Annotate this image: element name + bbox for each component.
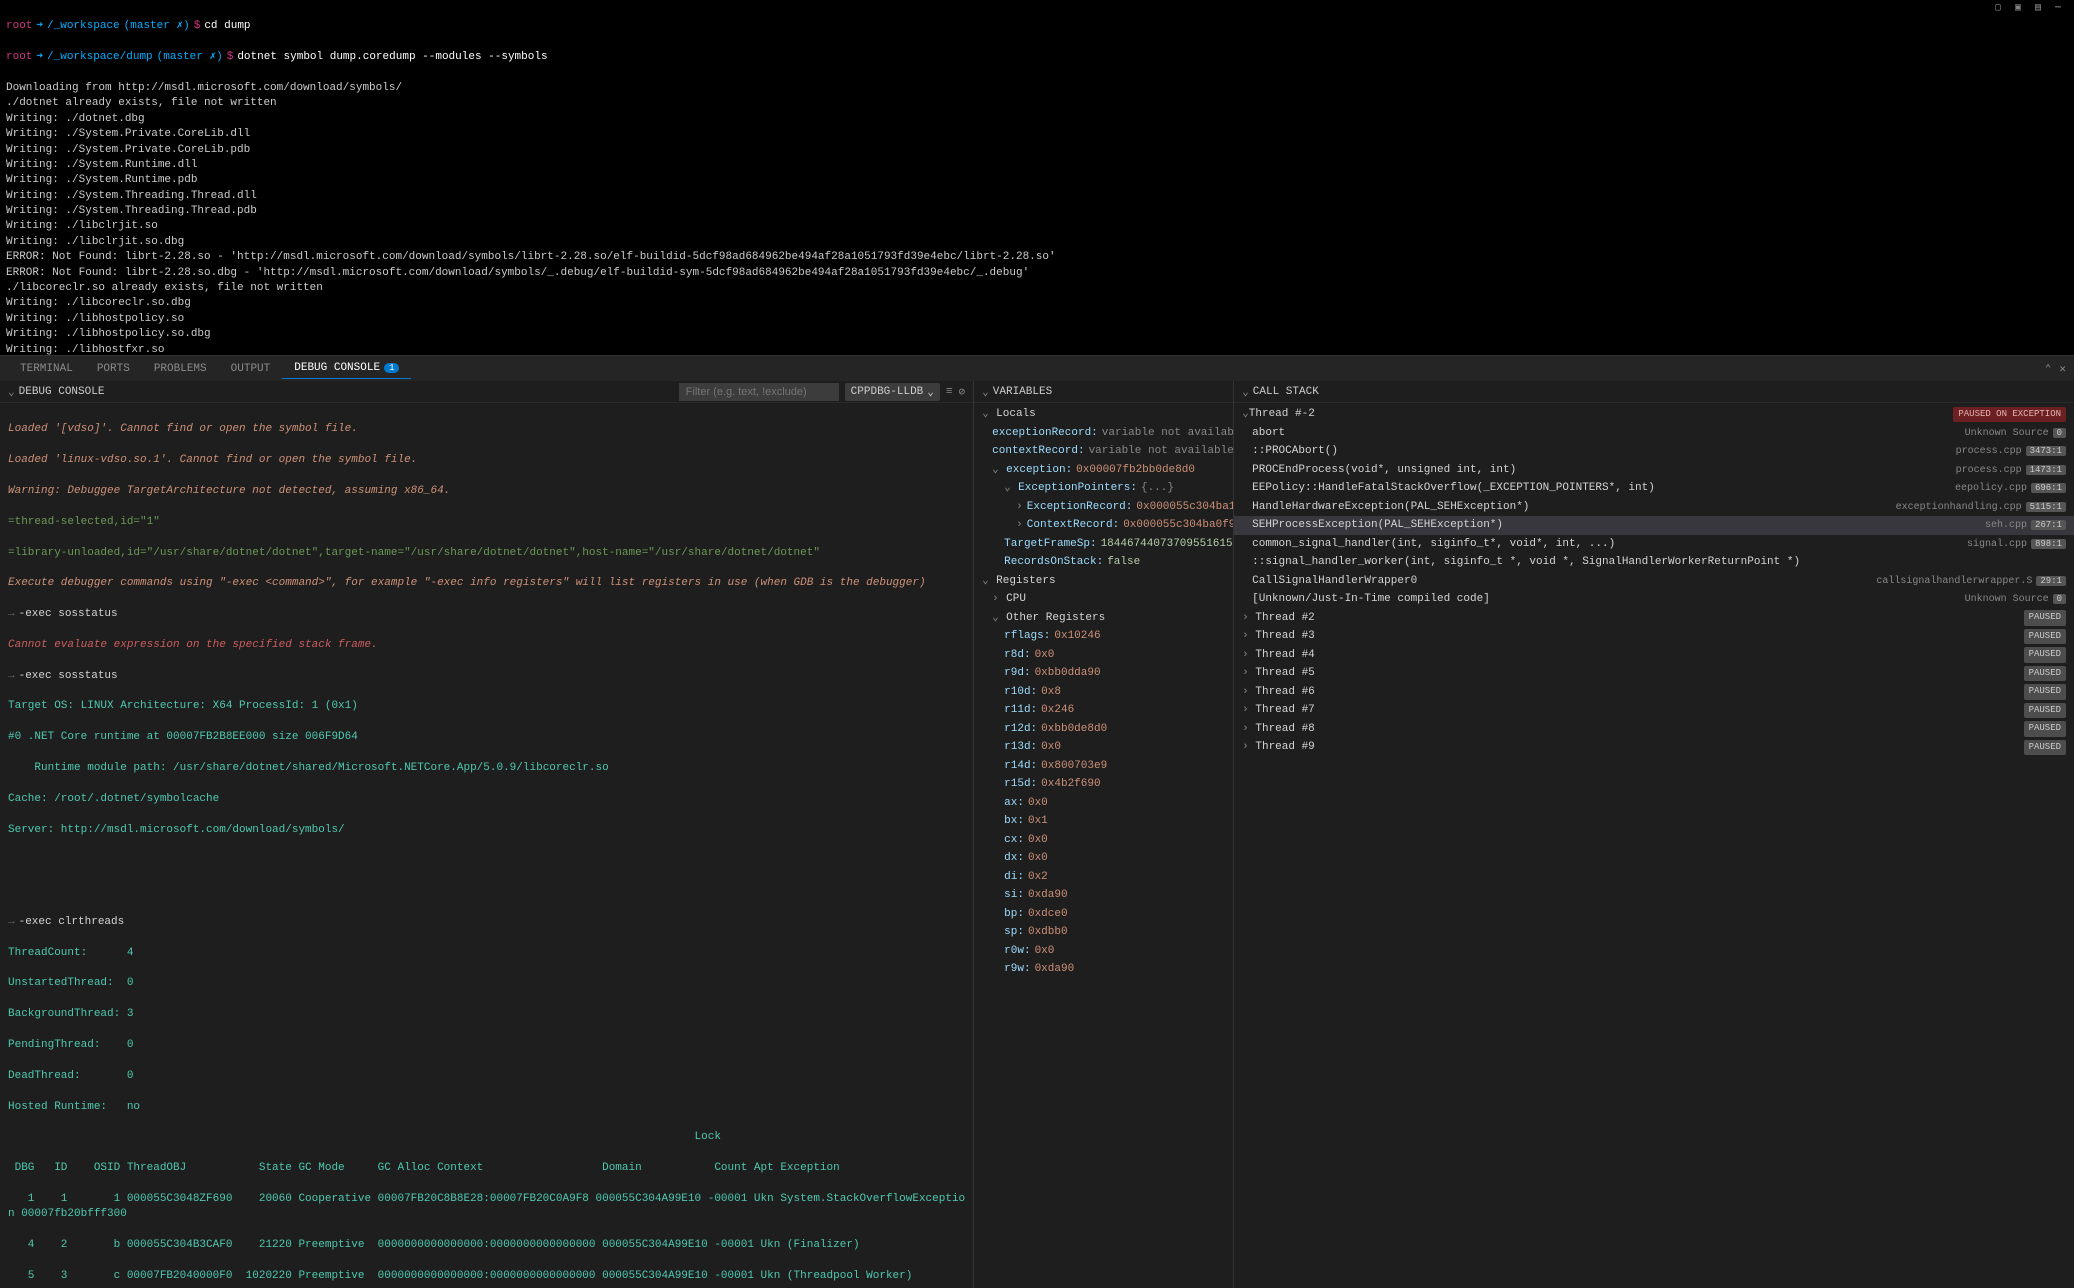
stack-frame[interactable]: common_signal_handler(int, siginfo_t*, v… [1234, 535, 2074, 554]
register-row[interactable]: r9w: 0xda90 [974, 960, 1233, 979]
panel-title: DEBUG CONSOLE [19, 386, 105, 398]
stack-frame[interactable]: PROCEndProcess(void*, unsigned int, int)… [1234, 461, 2074, 480]
thread-row[interactable]: › Thread #3PAUSED [1234, 627, 2074, 646]
panel-title: VARIABLES [993, 386, 1052, 398]
debug-console-panel: ⌄ DEBUG CONSOLE cppdbg-lldb⌄ ≡ ⊘ Loaded '… [0, 381, 973, 1288]
stack-frame[interactable]: ::signal_handler_worker(int, siginfo_t *… [1234, 553, 2074, 572]
terminal-line: Writing: ./System.Runtime.pdb [6, 173, 2068, 188]
tab-terminal[interactable]: TERMINAL [8, 359, 85, 379]
thread-row[interactable]: › Thread #7PAUSED [1234, 701, 2074, 720]
callstack-panel: ⌄ CALL STACK ⌄Thread #-2 PAUSED ON EXCEPT… [1233, 381, 2074, 1288]
register-row[interactable]: di: 0x2 [974, 868, 1233, 887]
terminal-line: Writing: ./libhostpolicy.so [6, 312, 2068, 327]
register-row[interactable]: sp: 0xdbb0 [974, 923, 1233, 942]
register-row[interactable]: r9d: 0xbb0dda90 [974, 664, 1233, 683]
register-row[interactable]: r8d: 0x0 [974, 646, 1233, 665]
terminal-line: Writing: ./libcoreclr.so.dbg [6, 296, 2068, 311]
register-row[interactable]: r11d: 0x246 [974, 701, 1233, 720]
variable-row[interactable]: ⌄ExceptionPointers: {...} [974, 479, 1233, 498]
register-row[interactable]: r12d: 0xbb0de8d0 [974, 720, 1233, 739]
scope-other-registers[interactable]: ⌄Other Registers [974, 609, 1233, 628]
register-row[interactable]: bp: 0xdce0 [974, 905, 1233, 924]
tab-ports[interactable]: PORTS [85, 359, 142, 379]
register-row[interactable]: r13d: 0x0 [974, 738, 1233, 757]
terminal-line: Writing: ./libclrjit.so.dbg [6, 235, 2068, 250]
thread-row[interactable]: › Thread #8PAUSED [1234, 720, 2074, 739]
panel-title: CALL STACK [1253, 386, 1319, 398]
chevron-down-icon[interactable]: ⌄ [982, 385, 989, 399]
thread-row[interactable]: › Thread #4PAUSED [1234, 646, 2074, 665]
terminal-line: Writing: ./dotnet.dbg [6, 112, 2068, 127]
terminal-line: Downloading from http://msdl.microsoft.c… [6, 81, 2068, 96]
terminal-output[interactable]: root➜/_workspace(master ✗)$cd dump root➜… [0, 0, 2074, 355]
thread-row[interactable]: › Thread #6PAUSED [1234, 683, 2074, 702]
filter-icon[interactable]: ≡ [946, 386, 953, 398]
scope-locals[interactable]: ⌄Locals [974, 405, 1233, 424]
filter-input[interactable] [679, 383, 839, 401]
terminal-line: Writing: ./System.Threading.Thread.pdb [6, 204, 2068, 219]
close-icon[interactable]: ✕ [2059, 362, 2066, 376]
variables-panel: ⌄ VARIABLES ⌄Locals exceptionRecord: vari… [973, 381, 1233, 1288]
thread-row[interactable]: › Thread #2PAUSED [1234, 609, 2074, 628]
variable-row[interactable]: RecordsOnStack: false [974, 553, 1233, 572]
chevron-down-icon: ⌄ [927, 385, 934, 399]
tab-output[interactable]: OUTPUT [219, 359, 283, 379]
thread-header[interactable]: ⌄Thread #-2 PAUSED ON EXCEPTION [1234, 405, 2074, 424]
scope-registers[interactable]: ⌄Registers [974, 572, 1233, 591]
more-icon[interactable]: ⋯ [2050, 2, 2066, 18]
tab-debug-console[interactable]: DEBUG CONSOLE1 [282, 358, 411, 379]
split-icon[interactable]: ▤ [2030, 2, 2046, 18]
window-controls: ▢ ▣ ▤ ⋯ [1990, 2, 2066, 18]
terminal-line: ./dotnet already exists, file not writte… [6, 96, 2068, 111]
register-row[interactable]: rflags: 0x10246 [974, 627, 1233, 646]
stack-frame[interactable]: EEPolicy::HandleFatalStackOverflow(_EXCE… [1234, 479, 2074, 498]
terminal-line: ERROR: Not Found: librt-2.28.so.dbg - 'h… [6, 266, 2068, 281]
thread-row[interactable]: › Thread #5PAUSED [1234, 664, 2074, 683]
chevron-down-icon[interactable]: ⌄ [8, 385, 15, 399]
register-row[interactable]: r0w: 0x0 [974, 942, 1233, 961]
stack-frame[interactable]: ::PROCAbort()process.cpp3473:1 [1234, 442, 2074, 461]
stack-frame[interactable]: HandleHardwareException(PAL_SEHException… [1234, 498, 2074, 517]
register-row[interactable]: cx: 0x0 [974, 831, 1233, 850]
paused-badge: PAUSED ON EXCEPTION [1953, 407, 2066, 423]
register-row[interactable]: r15d: 0x4b2f690 [974, 775, 1233, 794]
thread-row[interactable]: › Thread #9PAUSED [1234, 738, 2074, 757]
console-output[interactable]: Loaded '[vdso]'. Cannot find or open the… [0, 403, 973, 1288]
register-row[interactable]: bx: 0x1 [974, 812, 1233, 831]
chevron-down-icon[interactable]: ⌄ [1242, 385, 1249, 399]
split-icon[interactable]: ▣ [2010, 2, 2026, 18]
scope-cpu[interactable]: ›CPU [974, 590, 1233, 609]
terminal-line: Writing: ./libhostpolicy.so.dbg [6, 327, 2068, 342]
terminal-line: Writing: ./System.Runtime.dll [6, 158, 2068, 173]
terminal-line: Writing: ./libhostfxr.so [6, 343, 2068, 355]
prompt-user: root [6, 19, 32, 34]
terminal-line: ./libcoreclr.so already exists, file not… [6, 281, 2068, 296]
stack-frame[interactable]: CallSignalHandlerWrapper0callsignalhandl… [1234, 572, 2074, 591]
register-row[interactable]: si: 0xda90 [974, 886, 1233, 905]
split-icon[interactable]: ▢ [1990, 2, 2006, 18]
terminal-line: Writing: ./System.Threading.Thread.dll [6, 189, 2068, 204]
stack-frame[interactable]: [Unknown/Just-In-Time compiled code]Unkn… [1234, 590, 2074, 609]
stack-frame[interactable]: SEHProcessException(PAL_SEHException*)se… [1234, 516, 2074, 535]
variable-row[interactable]: ›ContextRecord: 0x000055c304ba0f90 [974, 516, 1233, 535]
variable-row[interactable]: contextRecord: variable not available [974, 442, 1233, 461]
debug-target-combo[interactable]: cppdbg-lldb⌄ [845, 383, 940, 401]
clear-icon[interactable]: ⊘ [959, 385, 966, 399]
panel-tabs: TERMINAL PORTS PROBLEMS OUTPUT DEBUG CON… [0, 355, 2074, 381]
terminal-line: ERROR: Not Found: librt-2.28.so - 'http:… [6, 250, 2068, 265]
register-row[interactable]: dx: 0x0 [974, 849, 1233, 868]
register-row[interactable]: r14d: 0x800703e9 [974, 757, 1233, 776]
register-row[interactable]: r10d: 0x8 [974, 683, 1233, 702]
variable-row[interactable]: exceptionRecord: variable not available [974, 424, 1233, 443]
variable-row[interactable]: TargetFrameSp: 18446744073709551615 [974, 535, 1233, 554]
stack-frame[interactable]: abortUnknown Source0 [1234, 424, 2074, 443]
terminal-line: Writing: ./System.Private.CoreLib.dll [6, 127, 2068, 142]
chevron-up-icon[interactable]: ⌃ [2045, 362, 2052, 376]
register-row[interactable]: ax: 0x0 [974, 794, 1233, 813]
tab-problems[interactable]: PROBLEMS [142, 359, 219, 379]
variable-row[interactable]: ⌄exception: 0x00007fb2bb0de8d0 [974, 461, 1233, 480]
terminal-line: Writing: ./System.Private.CoreLib.pdb [6, 143, 2068, 158]
terminal-line: Writing: ./libclrjit.so [6, 219, 2068, 234]
variable-row[interactable]: ›ExceptionRecord: 0x000055c304ba1460 [974, 498, 1233, 517]
